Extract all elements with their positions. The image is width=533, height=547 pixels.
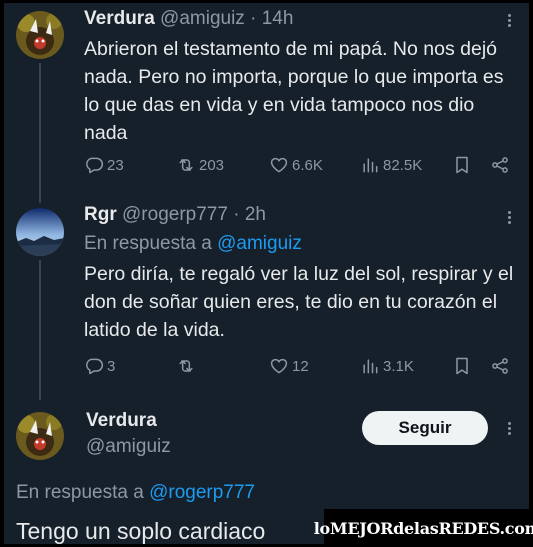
reply-prefix: En respuesta a [16, 482, 144, 503]
reply-icon [86, 157, 104, 174]
timeline: Verdura @amiguiz · 14h Abrieron el testa… [4, 3, 529, 544]
tweet-text: Pero diría, te regaló ver la luz del sol… [84, 263, 514, 341]
tweet-actions: 23 203 6.6K 82.5K [84, 154, 514, 176]
tweet-text: Abrieron el testamento de mi papá. No no… [84, 38, 504, 144]
handle[interactable]: @amiguiz [160, 8, 245, 29]
thread-line [39, 260, 41, 400]
reply-context: En respuesta a @amiguiz [84, 233, 302, 255]
retweet-button[interactable] [176, 355, 196, 377]
bookmark-button[interactable] [452, 355, 472, 377]
watermark-logo: loMEJORdelasREDES.com [314, 509, 533, 547]
like-button[interactable]: 6.6K [269, 154, 323, 176]
share-icon [492, 157, 508, 173]
reply-to-link[interactable]: @rogerp777 [149, 482, 255, 503]
display-name[interactable]: Verdura [86, 410, 157, 431]
views-button[interactable]: 82.5K [360, 154, 422, 176]
reply-prefix: En respuesta a [84, 233, 212, 254]
reply-button[interactable]: 3 [84, 355, 115, 377]
like-count: 6.6K [292, 156, 323, 174]
more-icon[interactable] [501, 420, 517, 438]
tweet-rgr[interactable]: Rgr @rogerp777 · 2h En respuesta a @amig… [4, 198, 529, 400]
avatar-image [16, 11, 64, 59]
display-name[interactable]: Rgr [84, 204, 117, 225]
avatar[interactable] [16, 208, 64, 256]
bookmark-button[interactable] [452, 154, 472, 176]
retweet-icon [179, 360, 193, 372]
avatar-image [16, 208, 64, 256]
share-icon [492, 358, 508, 374]
timestamp[interactable]: · 14h [250, 8, 293, 29]
more-icon[interactable] [501, 12, 517, 30]
reply-button[interactable]: 23 [84, 154, 124, 176]
avatar-image [16, 412, 64, 460]
reply-icon [86, 358, 104, 375]
like-count: 12 [292, 357, 309, 375]
display-name-row: Verdura [86, 410, 157, 432]
timestamp[interactable]: · 2h [233, 204, 266, 225]
retweet-button[interactable]: 203 [176, 154, 224, 176]
handle-row: @amiguiz [86, 436, 171, 458]
retweet-count: 203 [199, 156, 225, 174]
views-icon [363, 158, 378, 173]
tweet-header: Verdura @amiguiz · 14h [84, 8, 293, 30]
views-icon [363, 359, 378, 374]
tweet-actions: 3 12 3.1K [84, 355, 514, 377]
avatar[interactable] [16, 412, 64, 460]
display-name[interactable]: Verdura [84, 8, 155, 29]
more-icon[interactable] [501, 209, 517, 227]
views-count: 3.1K [383, 357, 414, 375]
bookmark-icon [456, 357, 468, 375]
follow-button[interactable]: Seguir [362, 411, 488, 445]
handle[interactable]: @rogerp777 [122, 204, 228, 225]
avatar[interactable] [16, 11, 64, 59]
heart-icon [270, 157, 288, 173]
share-button[interactable] [490, 154, 510, 176]
reply-context: En respuesta a @rogerp777 [16, 482, 255, 504]
tweet-header: Rgr @rogerp777 · 2h [84, 204, 266, 226]
bookmark-icon [456, 156, 468, 174]
thread-line [39, 63, 41, 203]
handle[interactable]: @amiguiz [86, 436, 171, 457]
like-button[interactable]: 12 [269, 355, 309, 377]
reply-count: 23 [107, 156, 124, 174]
views-button[interactable]: 3.1K [360, 355, 414, 377]
reply-to-link[interactable]: @amiguiz [217, 233, 302, 254]
retweet-icon [179, 159, 193, 171]
tweet-verdura-1[interactable]: Verdura @amiguiz · 14h Abrieron el testa… [4, 3, 529, 203]
heart-icon [270, 358, 288, 374]
share-button[interactable] [490, 355, 510, 377]
reply-count: 3 [107, 357, 116, 375]
views-count: 82.5K [383, 156, 423, 174]
